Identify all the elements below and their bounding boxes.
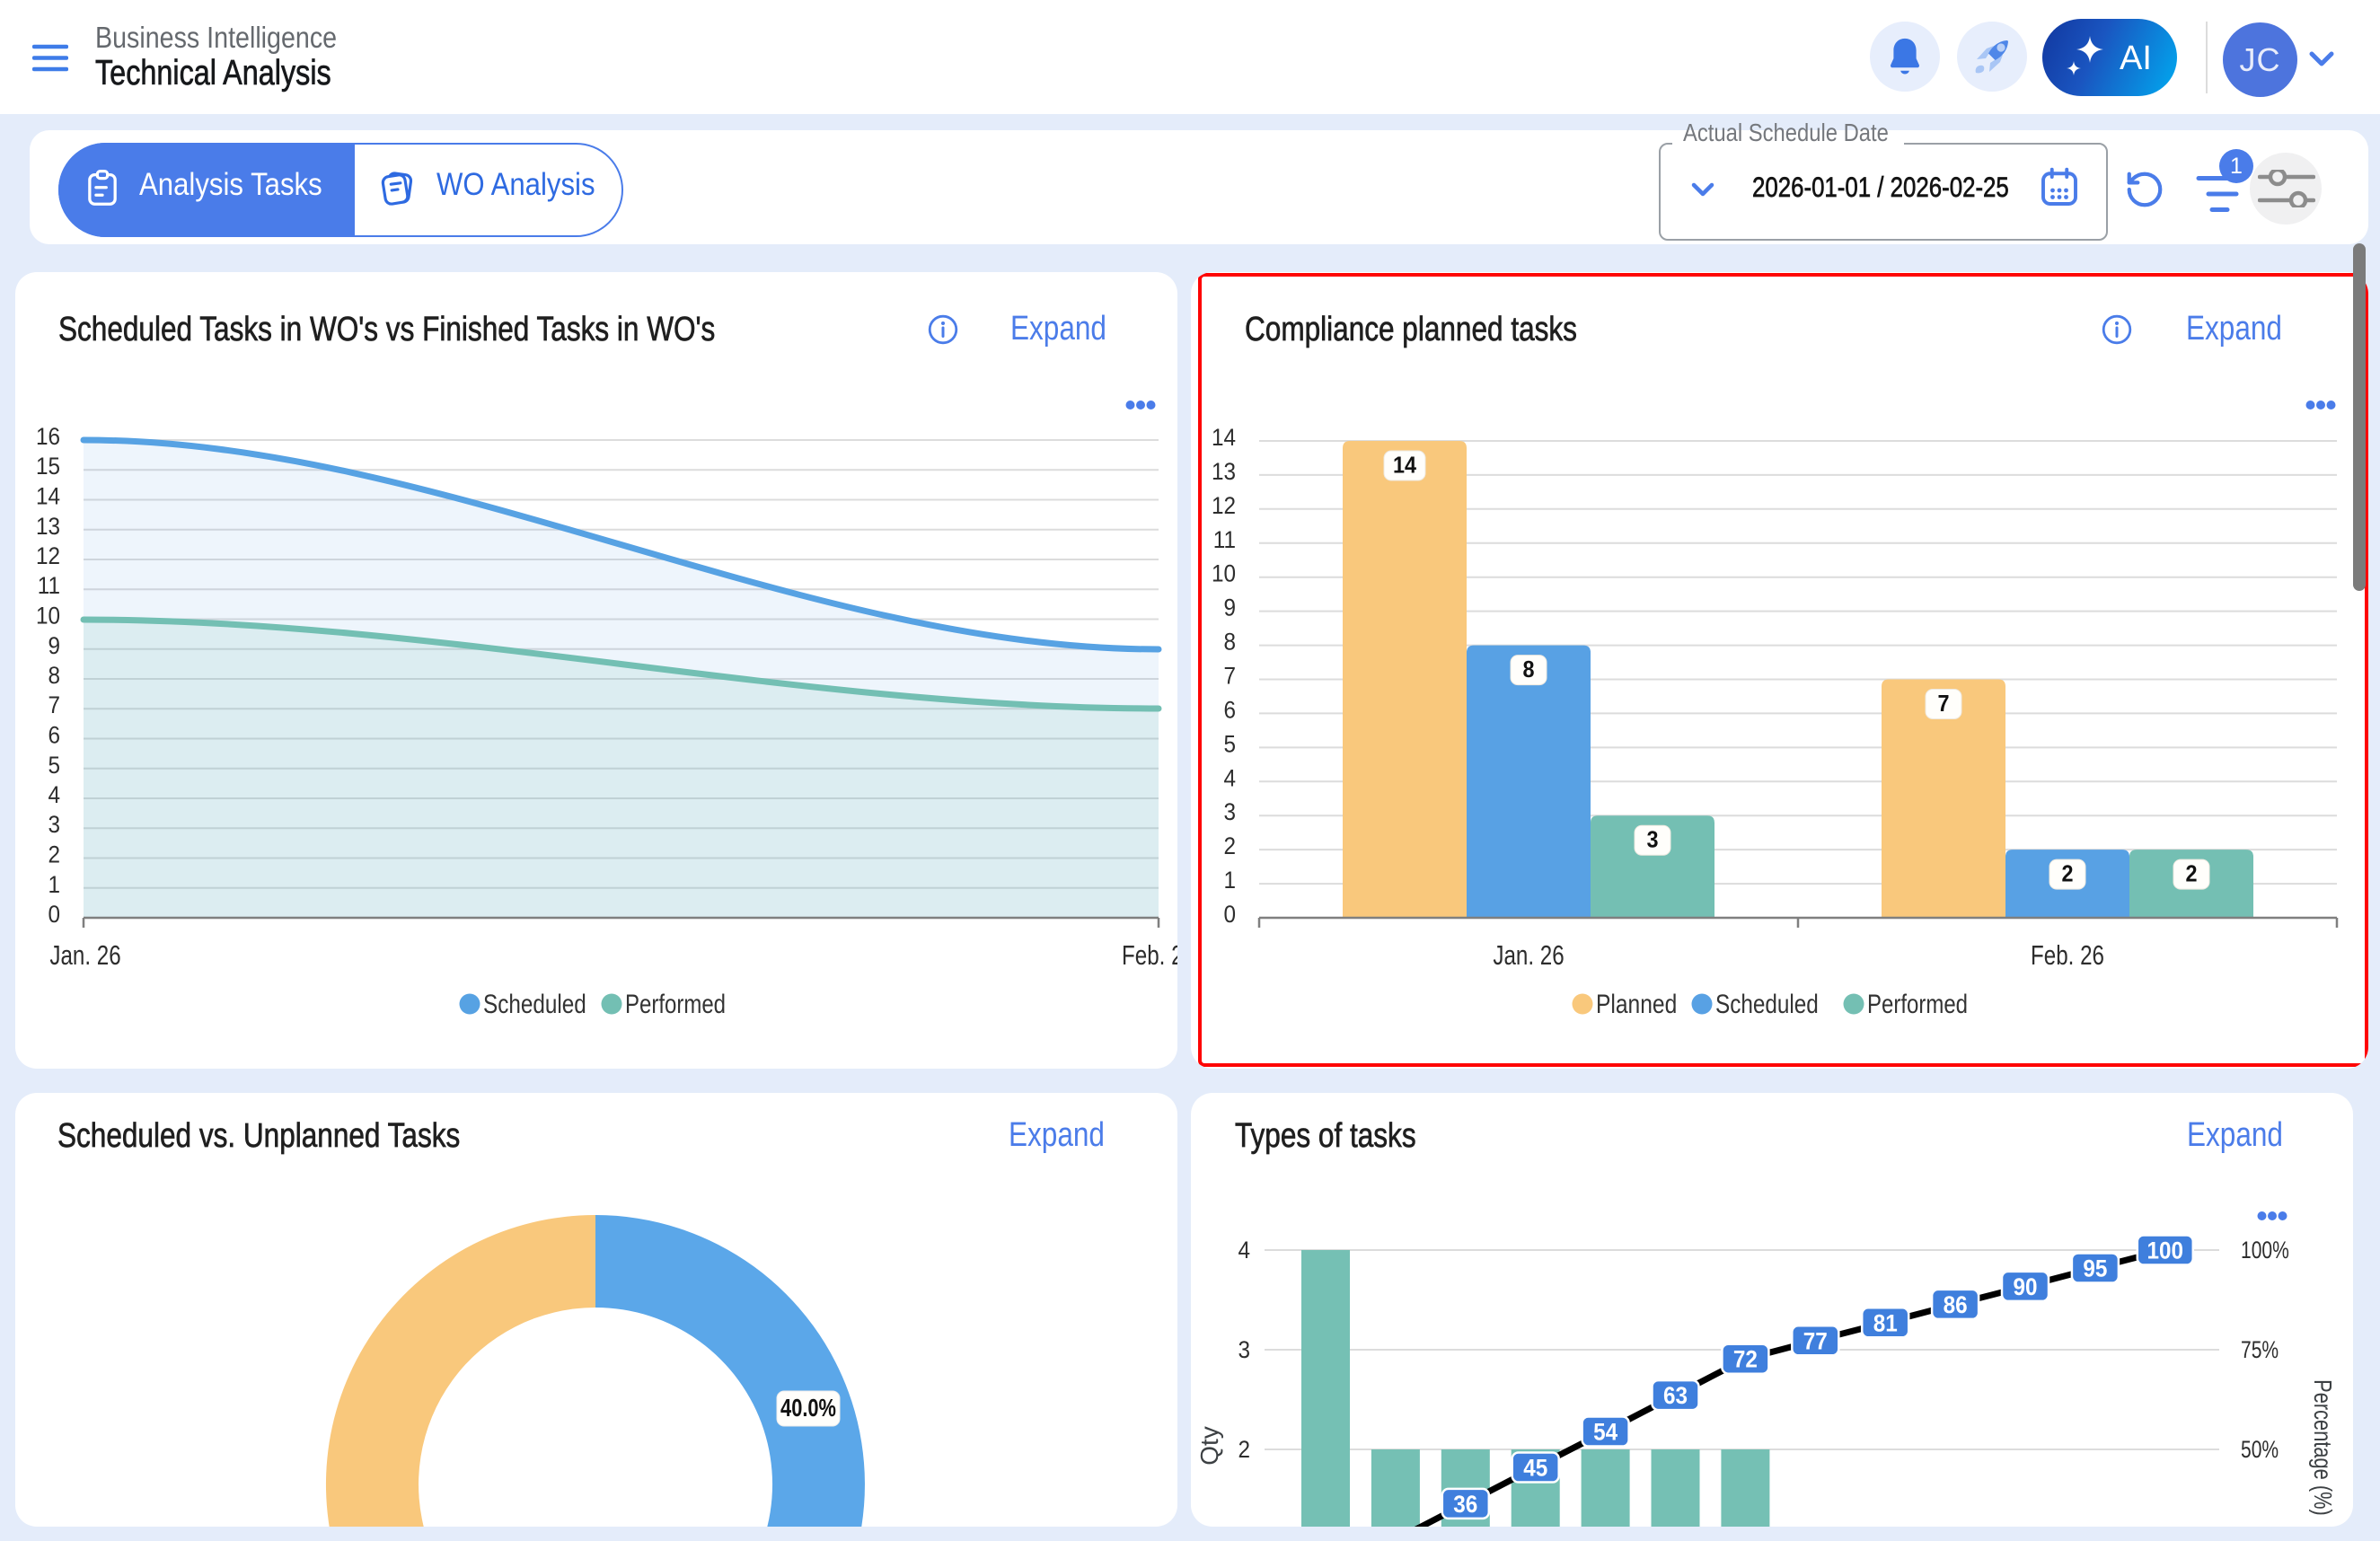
svg-text:75%: 75% — [2241, 1337, 2279, 1364]
svg-text:8: 8 — [48, 663, 60, 689]
svg-text:15: 15 — [36, 453, 60, 480]
svg-text:63: 63 — [1663, 1383, 1688, 1409]
svg-text:16: 16 — [36, 424, 60, 450]
svg-text:2: 2 — [48, 841, 60, 867]
svg-text:Performed: Performed — [625, 988, 726, 1018]
svg-text:54: 54 — [1593, 1419, 1618, 1445]
svg-text:90: 90 — [2013, 1274, 2037, 1300]
svg-text:Qty: Qty — [1195, 1426, 1223, 1466]
svg-text:95: 95 — [2083, 1255, 2107, 1281]
svg-text:5: 5 — [48, 753, 60, 779]
svg-text:100%: 100% — [2241, 1237, 2289, 1264]
svg-text:50%: 50% — [2241, 1437, 2279, 1464]
svg-text:72: 72 — [1733, 1347, 1758, 1373]
svg-text:0: 0 — [48, 902, 60, 928]
svg-text:7: 7 — [48, 692, 60, 718]
svg-text:14: 14 — [36, 483, 60, 509]
svg-text:86: 86 — [1944, 1292, 1968, 1318]
svg-text:10: 10 — [36, 603, 60, 629]
svg-text:77: 77 — [1803, 1328, 1828, 1354]
svg-text:4: 4 — [48, 782, 60, 808]
svg-text:9: 9 — [48, 633, 60, 659]
svg-text:Jan. 26: Jan. 26 — [49, 939, 120, 971]
svg-text:3: 3 — [48, 812, 60, 838]
svg-text:81: 81 — [1873, 1310, 1898, 1336]
svg-text:1: 1 — [48, 872, 60, 898]
svg-text:45: 45 — [1523, 1455, 1547, 1481]
svg-text:40.0%: 40.0% — [780, 1394, 836, 1422]
svg-text:12: 12 — [36, 543, 60, 569]
svg-text:13: 13 — [36, 514, 60, 540]
svg-text:Feb. 26: Feb. 26 — [1122, 939, 1177, 971]
svg-text:4: 4 — [1238, 1237, 1250, 1264]
svg-text:Scheduled: Scheduled — [483, 989, 586, 1019]
svg-text:100: 100 — [2147, 1237, 2184, 1264]
svg-text:2: 2 — [1238, 1437, 1250, 1463]
svg-text:11: 11 — [38, 573, 60, 599]
svg-text:Percentage (%): Percentage (%) — [2308, 1379, 2336, 1516]
svg-text:36: 36 — [1453, 1492, 1477, 1518]
svg-text:3: 3 — [1238, 1337, 1250, 1363]
svg-text:6: 6 — [48, 722, 60, 748]
